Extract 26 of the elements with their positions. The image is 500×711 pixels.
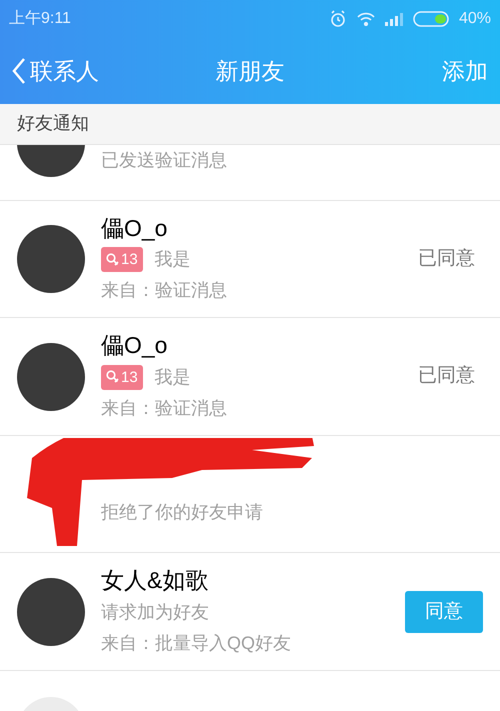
request-status: 已同意 xyxy=(418,246,475,271)
request-status-text: 已发送验证消息 xyxy=(101,148,227,172)
request-message: 请求加为好友 xyxy=(101,601,209,624)
request-status: 已同意 xyxy=(418,364,475,388)
alarm-icon xyxy=(328,10,347,28)
wifi-icon xyxy=(356,12,375,26)
request-message: 我是 xyxy=(154,248,191,272)
battery-percent: 40% xyxy=(458,9,491,29)
request-message: 我是 xyxy=(154,366,191,389)
request-source: 来自：批量导入QQ好友 xyxy=(101,632,292,656)
request-source: 来自：验证消息 xyxy=(101,396,228,420)
request-source: 来自：验证消息 xyxy=(101,279,228,302)
friend-name: 女人&如歌 xyxy=(101,566,210,596)
section-header: 好友通知 xyxy=(0,104,500,145)
battery-icon xyxy=(412,11,449,27)
friend-name: 儡O_o xyxy=(101,331,168,360)
back-chevron-icon xyxy=(12,57,26,85)
gender-age-badge: 13 xyxy=(101,364,143,390)
request-status-text: 拒绝了你的好友申请 xyxy=(101,501,263,524)
friend-name: 儡O_o xyxy=(101,214,168,242)
female-icon xyxy=(106,252,119,267)
female-icon xyxy=(106,370,119,384)
gender-age-badge: 13 xyxy=(101,247,143,272)
page-title: 新朋友 xyxy=(216,56,284,86)
signal-icon xyxy=(384,12,403,26)
status-time: 上午9:11 xyxy=(9,8,71,29)
